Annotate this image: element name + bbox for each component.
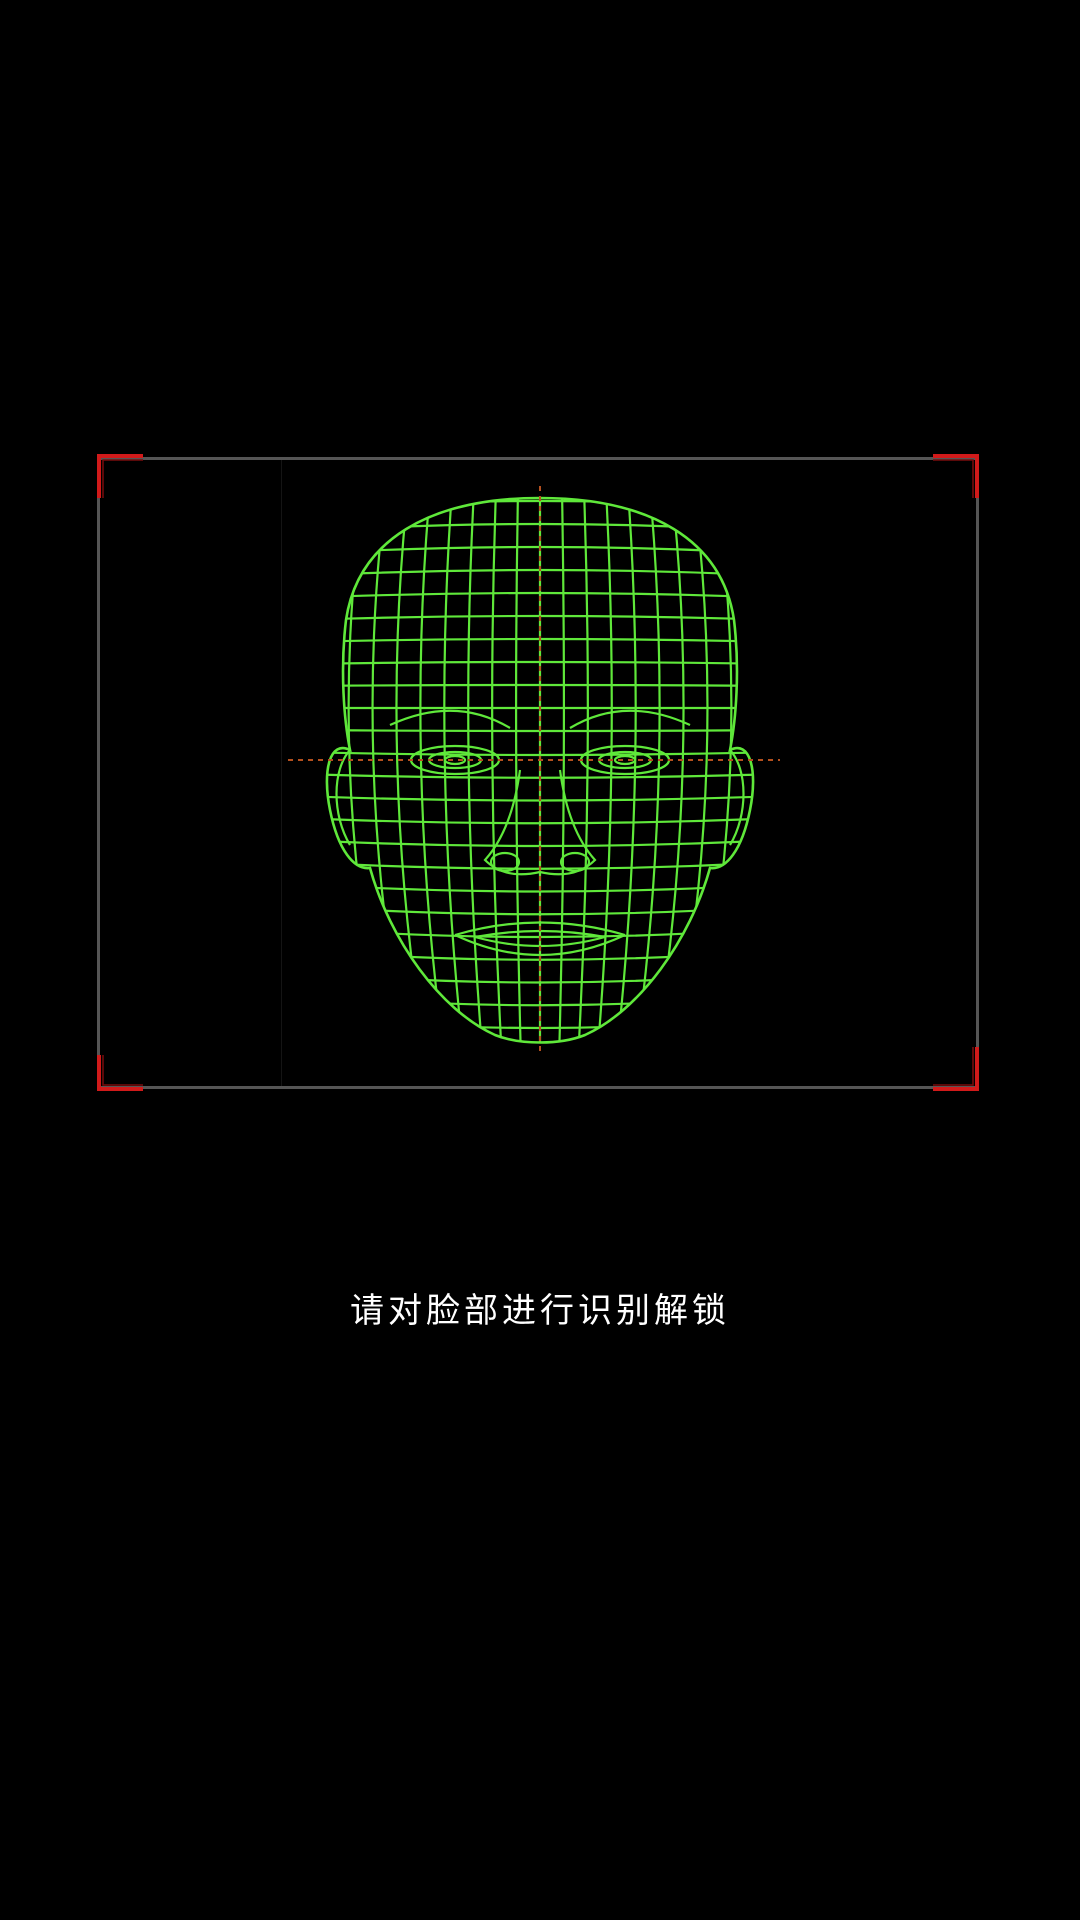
scan-corner-top-left-icon: [95, 452, 143, 500]
face-unlock-prompt: 请对脸部进行识别解锁: [350, 1291, 730, 1331]
face-wireframe-icon: [280, 470, 800, 1070]
scan-corner-top-right-icon: [933, 452, 981, 500]
face-unlock-screen: 请对脸部进行识别解锁: [0, 0, 1080, 1920]
mesh-column-line: [491, 498, 504, 1043]
scan-corner-bottom-left-icon: [95, 1045, 143, 1093]
scan-corner-bottom-right-icon: [933, 1045, 981, 1093]
mesh-column-line: [595, 498, 613, 1043]
mesh-column-line: [467, 498, 485, 1043]
mesh-column-line: [576, 498, 589, 1043]
